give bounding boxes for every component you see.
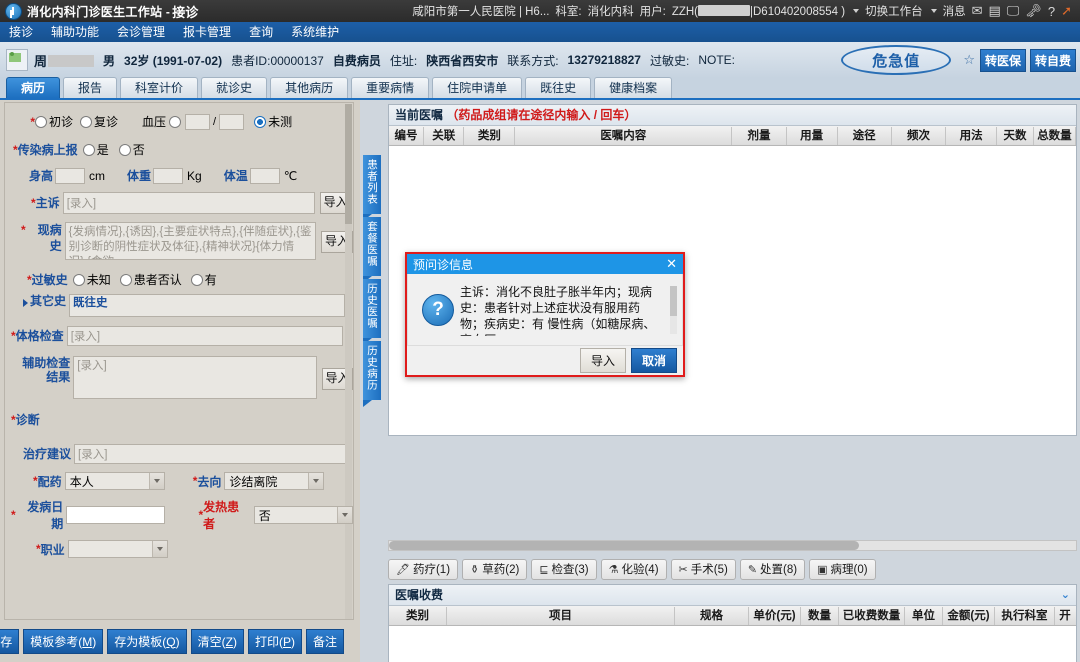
close-icon[interactable]: ✕ — [666, 256, 677, 272]
dialog-cancel-button[interactable]: 取消 — [630, 348, 677, 373]
dialog-message: 主诉：消化不良肚子胀半年内；现病史：患者针对上述症状没有服用药物；疾病史：有 慢… — [460, 284, 656, 336]
dialog-footer: 导入 取消 — [407, 346, 683, 375]
pre-consultation-dialog: 预问诊信息 ✕ ? 主诉：消化不良肚子胀半年内；现病史：患者针对上述症状没有服用… — [405, 252, 685, 377]
question-icon: ? — [422, 293, 454, 326]
modal-overlay: 预问诊信息 ✕ ? 主诉：消化不良肚子胀半年内；现病史：患者针对上述症状没有服用… — [0, 0, 1080, 662]
dialog-body: ? 主诉：消化不良肚子胀半年内；现病史：患者针对上述症状没有服用药物；疾病史：有… — [407, 274, 683, 346]
dialog-title: 预问诊信息 — [413, 257, 474, 272]
application-window: 消化内科门诊医生工作站 - 接诊 咸阳市第一人民医院 | H6... 科室: 消… — [0, 0, 1080, 662]
dialog-title-bar: 预问诊信息 ✕ — [407, 254, 683, 274]
dialog-message-scrollbar[interactable] — [670, 286, 677, 334]
dialog-import-button[interactable]: 导入 — [579, 348, 626, 373]
